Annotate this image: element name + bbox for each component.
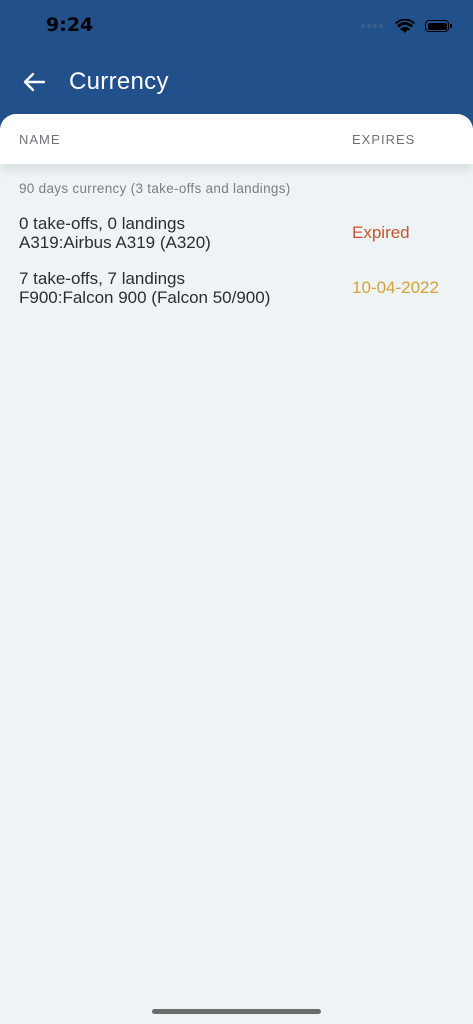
section-title: 90 days currency (3 take-offs and landin… — [19, 181, 291, 196]
cellular-signal-icon — [361, 24, 383, 28]
wifi-icon — [395, 18, 415, 33]
battery-icon — [425, 20, 452, 32]
column-header: NAME EXPIRES — [0, 114, 473, 164]
currency-row[interactable]: 0 take-offs, 0 landings A319:Airbus A319… — [0, 214, 473, 262]
back-button[interactable] — [18, 66, 50, 98]
status-icons — [361, 16, 452, 36]
row-counts: 7 take-offs, 7 landings — [19, 269, 186, 288]
column-name-label: NAME — [19, 132, 61, 147]
column-expires-label: EXPIRES — [352, 132, 416, 147]
arrow-left-icon — [23, 72, 46, 92]
row-aircraft: A319:Airbus A319 (A320) — [19, 233, 211, 252]
row-status: 10-04-2022 — [352, 278, 439, 297]
currency-row[interactable]: 7 take-offs, 7 landings F900:Falcon 900 … — [0, 269, 473, 317]
row-status: Expired — [352, 223, 410, 242]
page-title: Currency — [69, 68, 169, 95]
status-time: 9:24 — [46, 14, 94, 36]
row-aircraft: F900:Falcon 900 (Falcon 50/900) — [19, 288, 271, 307]
row-counts: 0 take-offs, 0 landings — [19, 214, 186, 233]
home-indicator[interactable] — [152, 1009, 321, 1014]
app-header: 9:24 Currency — [0, 0, 473, 128]
